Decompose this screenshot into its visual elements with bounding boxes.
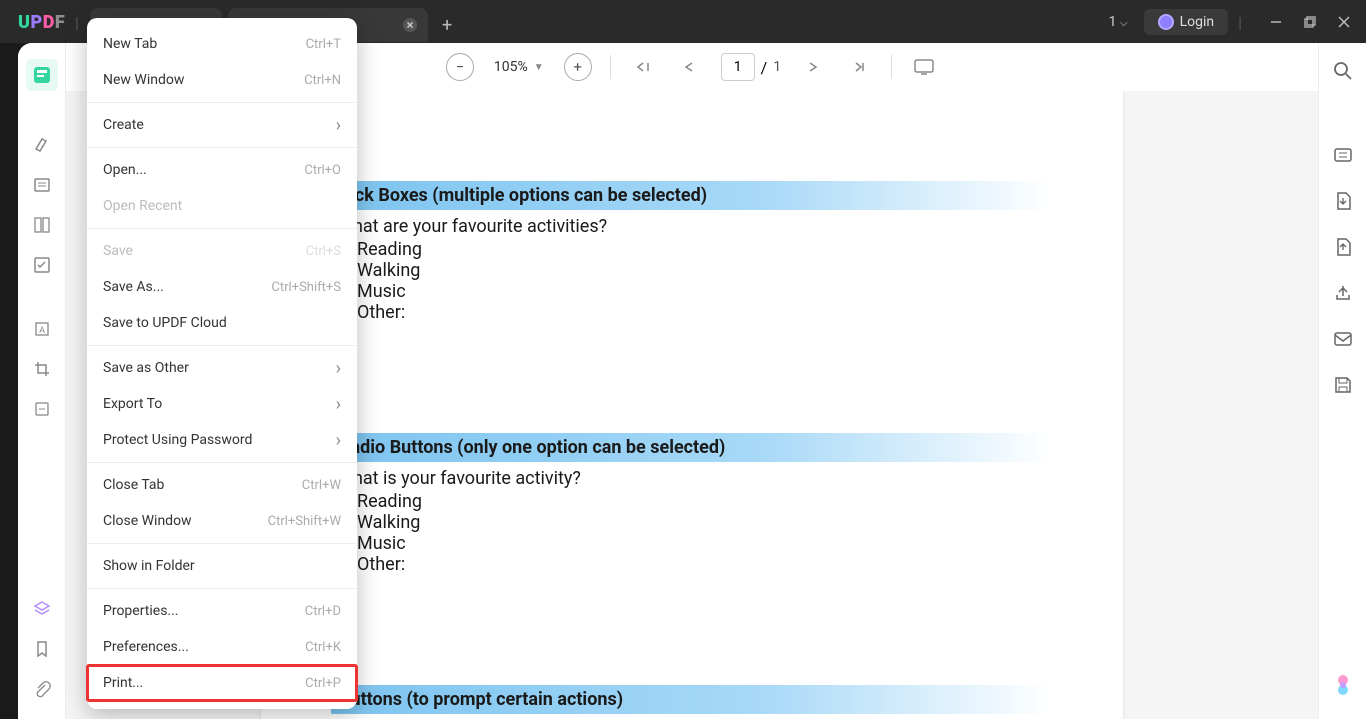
current-page-input[interactable]: 1 <box>721 53 755 81</box>
file-menu-dropdown: New TabCtrl+TNew WindowCtrl+N Create› Open… <box>87 18 357 709</box>
login-button[interactable]: Login <box>1144 9 1229 35</box>
sidebar-tool-icon[interactable] <box>26 393 58 425</box>
menu-separator <box>87 462 357 463</box>
tab-count-dropdown[interactable]: 1 ⌵ <box>1101 10 1136 34</box>
chevron-down-icon: ▼ <box>534 62 544 73</box>
menu-item-preferences[interactable]: Preferences...Ctrl+K <box>87 629 357 665</box>
right-sidebar <box>1318 43 1366 719</box>
prev-page-button[interactable] <box>675 53 703 81</box>
form-option[interactable]: Walking <box>337 512 1053 533</box>
menu-item-open-recent: Open Recent <box>87 188 357 224</box>
form-option[interactable]: Reading <box>337 239 1053 260</box>
menu-separator <box>87 345 357 346</box>
menu-separator <box>87 147 357 148</box>
menu-separator <box>87 588 357 589</box>
total-pages: 1 <box>773 59 781 75</box>
menu-item-protect-using-password[interactable]: Protect Using Password› <box>87 422 357 458</box>
presentation-button[interactable] <box>910 53 938 81</box>
tools-icon[interactable] <box>1329 141 1357 169</box>
export-file-icon[interactable] <box>1329 187 1357 215</box>
form-option[interactable]: Other: <box>337 554 1053 575</box>
menu-item-show-in-folder[interactable]: Show in Folder <box>87 548 357 584</box>
ai-assistant-icon[interactable] <box>1329 671 1357 699</box>
chevron-right-icon: › <box>336 394 341 415</box>
menu-separator <box>87 102 357 103</box>
maximize-button[interactable] <box>1296 8 1324 36</box>
sidebar-highlight-icon[interactable] <box>26 129 58 161</box>
menu-item-save-to-updf-cloud[interactable]: Save to UPDF Cloud <box>87 305 357 341</box>
sidebar-pages-icon[interactable] <box>26 209 58 241</box>
close-window-button[interactable] <box>1330 8 1358 36</box>
page-indicator: 1 / 1 <box>721 53 781 81</box>
form-option[interactable]: Reading <box>337 491 1053 512</box>
section-header: Tick Boxes (multiple options can be sele… <box>331 181 1053 210</box>
app-logo: UPDF <box>18 12 65 33</box>
menu-item-save-as[interactable]: Save As...Ctrl+Shift+S <box>87 269 357 305</box>
menu-item-open[interactable]: Open...Ctrl+O <box>87 152 357 188</box>
question-text: What is your favourite activity? <box>337 468 1053 489</box>
last-page-button[interactable] <box>845 53 873 81</box>
menu-item-properties[interactable]: Properties...Ctrl+D <box>87 593 357 629</box>
search-icon[interactable] <box>1329 57 1357 85</box>
first-page-button[interactable] <box>629 53 657 81</box>
minimize-button[interactable] <box>1262 8 1290 36</box>
sidebar-layers-icon[interactable] <box>26 593 58 625</box>
sidebar-edit-icon[interactable] <box>26 169 58 201</box>
compress-icon[interactable] <box>1329 233 1357 261</box>
question-text: What are your favourite activities? <box>337 216 1053 237</box>
sidebar-bookmark-icon[interactable] <box>26 633 58 665</box>
share-icon[interactable] <box>1329 279 1357 307</box>
form-option[interactable]: Music <box>337 533 1053 554</box>
close-tab-icon[interactable] <box>402 17 418 33</box>
zoom-level-dropdown[interactable]: 105% ▼ <box>494 59 544 75</box>
menu-item-close-tab[interactable]: Close TabCtrl+W <box>87 467 357 503</box>
menu-item-new-window[interactable]: New WindowCtrl+N <box>87 62 357 98</box>
chevron-right-icon: › <box>336 358 341 379</box>
menu-item-close-window[interactable]: Close WindowCtrl+Shift+W <box>87 503 357 539</box>
sidebar-crop-icon[interactable] <box>26 353 58 385</box>
svg-text:A: A <box>39 326 45 336</box>
next-page-button[interactable] <box>799 53 827 81</box>
menu-item-save-as-other[interactable]: Save as Other› <box>87 350 357 386</box>
save-icon[interactable] <box>1329 371 1357 399</box>
section-header: Buttons (to prompt certain actions) <box>331 685 1053 714</box>
section-header: Radio Buttons (only one option can be se… <box>331 433 1053 462</box>
chevron-right-icon: › <box>336 115 341 136</box>
titlebar-right: 1 ⌵ Login | <box>1101 8 1358 36</box>
menu-item-export-to[interactable]: Export To› <box>87 386 357 422</box>
sidebar-form-icon[interactable] <box>26 249 58 281</box>
sidebar-ocr-icon[interactable]: A <box>26 313 58 345</box>
menu-separator <box>87 228 357 229</box>
left-sidebar: A <box>18 43 66 719</box>
zoom-in-button[interactable]: + <box>564 53 592 81</box>
logo-divider: | <box>75 13 79 32</box>
form-option[interactable]: Walking <box>337 260 1053 281</box>
pdf-page: Tick Boxes (multiple options can be sele… <box>261 91 1123 719</box>
form-option[interactable]: Other: <box>337 302 1053 323</box>
zoom-out-button[interactable]: − <box>446 53 474 81</box>
form-option[interactable]: Music <box>337 281 1053 302</box>
titlebar-divider: | <box>1238 13 1242 32</box>
toolbar-divider <box>891 55 892 79</box>
menu-item-print[interactable]: Print...Ctrl+P <box>87 665 357 701</box>
email-icon[interactable] <box>1329 325 1357 353</box>
chevron-right-icon: › <box>336 430 341 451</box>
sidebar-reader-icon[interactable] <box>26 59 58 91</box>
new-tab-button[interactable]: + <box>442 15 452 36</box>
sidebar-attachment-icon[interactable] <box>26 673 58 705</box>
avatar-icon <box>1158 14 1174 30</box>
toolbar-divider <box>610 55 611 79</box>
menu-separator <box>87 543 357 544</box>
menu-item-create[interactable]: Create› <box>87 107 357 143</box>
menu-item-new-tab[interactable]: New TabCtrl+T <box>87 26 357 62</box>
menu-item-save: SaveCtrl+S <box>87 233 357 269</box>
